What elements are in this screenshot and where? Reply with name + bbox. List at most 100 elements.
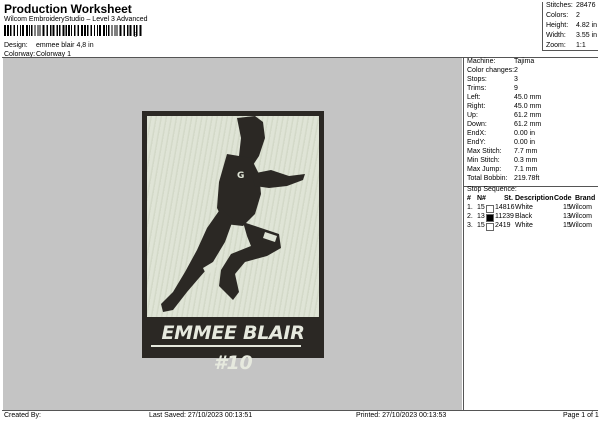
barcode-bar [10,25,12,36]
info-value: 3 [514,76,518,83]
stop-sequence-title: Stop Sequence: [467,186,517,193]
barcode-bar [129,25,132,36]
info-label: Min Stitch: [467,157,500,164]
barcode-bar [123,25,125,36]
summary-label: Colors: [546,12,569,19]
barcode-bar [90,25,92,36]
barcode-bar [68,25,70,36]
cell-brand: Wilcom [569,213,592,220]
summary-label: Width: [546,32,566,39]
info-row: Right: 45.0 mm [465,103,600,112]
jersey-letter: G [237,171,244,181]
barcode-bar [31,25,33,36]
cell-brand: Wilcom [569,222,592,229]
header-cell: Brand [575,195,596,202]
barcode-bar [37,25,39,36]
info-label: Machine: [467,58,496,65]
barcode-bar [108,25,110,36]
design-label: Design: [4,42,28,49]
barcode-bar [62,25,65,36]
info-row: Left: 45.0 mm [465,94,600,103]
summary-label: Stitches: [546,2,573,9]
info-value: 61.2 mm [514,121,542,128]
barcode-bar [114,25,116,36]
summary-row: Zoom: 1:1 [542,42,600,52]
info-label: Color changes: [467,67,515,74]
barcode-bar [26,25,28,36]
barcode-bar [87,25,89,36]
barcode-bar [119,25,122,36]
info-value: 45.0 mm [514,94,542,101]
barcode-bar [127,25,129,36]
barcode-bar [59,25,61,36]
info-row: Up: 61.2 mm [465,112,600,121]
barcode-bar [97,25,98,36]
info-value: 45.0 mm [514,103,542,110]
info-label: Stops: [467,76,487,83]
table-row: 3. 15 2419 White 15 Wilcom [465,222,598,231]
design-row: Design: emmee blair 4,8 in [0,42,300,51]
color-swatch [486,214,494,222]
cell-st: 11239 [495,213,514,220]
info-label: Left: [467,94,481,101]
info-label: Total Bobbin: [467,175,508,182]
machine-info: Machine: Tajima Color changes: 2 Stops: 3 Trim… [465,58,600,188]
page-title: Production Worksheet [4,2,132,16]
header-cell: # [467,195,471,202]
barcode [4,25,142,36]
page-number: Page 1 of 1 [563,412,599,419]
info-value: 9 [514,85,518,92]
info-value: 0.00 in [514,139,536,146]
cell-num: 1. [467,204,473,211]
info-value: 2 [514,67,518,74]
barcode-bar [20,25,21,36]
barcode-bar [52,25,55,36]
barcode-bar [7,25,9,36]
cell-n: 15 [477,204,485,211]
info-label: Up: [467,112,478,119]
info-row: Down: 61.2 mm [465,121,600,130]
barcode-bar [103,25,105,36]
barcode-bar [56,25,58,36]
table-header-row: # N# St. Description Code Brand [465,195,598,204]
header-cell: Code [554,195,572,202]
cell-desc: Black [515,213,533,220]
last-saved: Last Saved: 27/10/2023 00:13:51 [149,412,253,419]
cell-st: 2419 [495,222,511,229]
barcode-number: 3 [134,33,138,39]
summary-value: 1:1 [576,42,586,49]
summary-value: 2 [576,12,580,19]
summary-value: 28476 [576,2,596,9]
cell-num: 3. [467,222,473,229]
info-label: EndY: [467,139,486,146]
table-row: 1. 15 14816 White 15 Wilcom [465,204,598,213]
barcode-bar [22,25,24,36]
color-swatch [486,223,494,231]
barcode-bar [65,25,67,36]
barcode-bar [34,25,36,36]
barcode-bar [74,25,76,36]
summary-label: Zoom: [546,42,566,49]
barcode-bar [111,25,113,36]
info-row: Color changes: 2 [465,67,600,76]
barcode-bar [106,25,107,36]
player-silhouette: G [161,116,305,312]
design-value: emmee blair 4,8 in [36,42,94,49]
info-value: 7.1 mm [514,166,538,173]
barcode-bar [50,25,52,36]
barcode-bar [39,25,41,36]
cell-num: 2. [467,213,473,220]
info-value: 219.78ft [514,175,540,182]
printed-date: Printed: 27/10/2023 00:13:53 [356,412,447,419]
summary-row: Width: 3.55 in [542,32,600,42]
info-label: Max Stitch: [467,148,502,155]
info-label: EndX: [467,130,487,137]
info-label: Right: [467,103,486,110]
barcode-bar [94,25,95,36]
info-row: Machine: Tajima [465,58,600,67]
summary-row: Colors: 2 [542,12,600,22]
info-row: Max Stitch: 7.7 mm [465,148,600,157]
created-by: Created By: [4,412,41,419]
barcode-bar [77,25,79,36]
color-swatch [486,205,494,213]
